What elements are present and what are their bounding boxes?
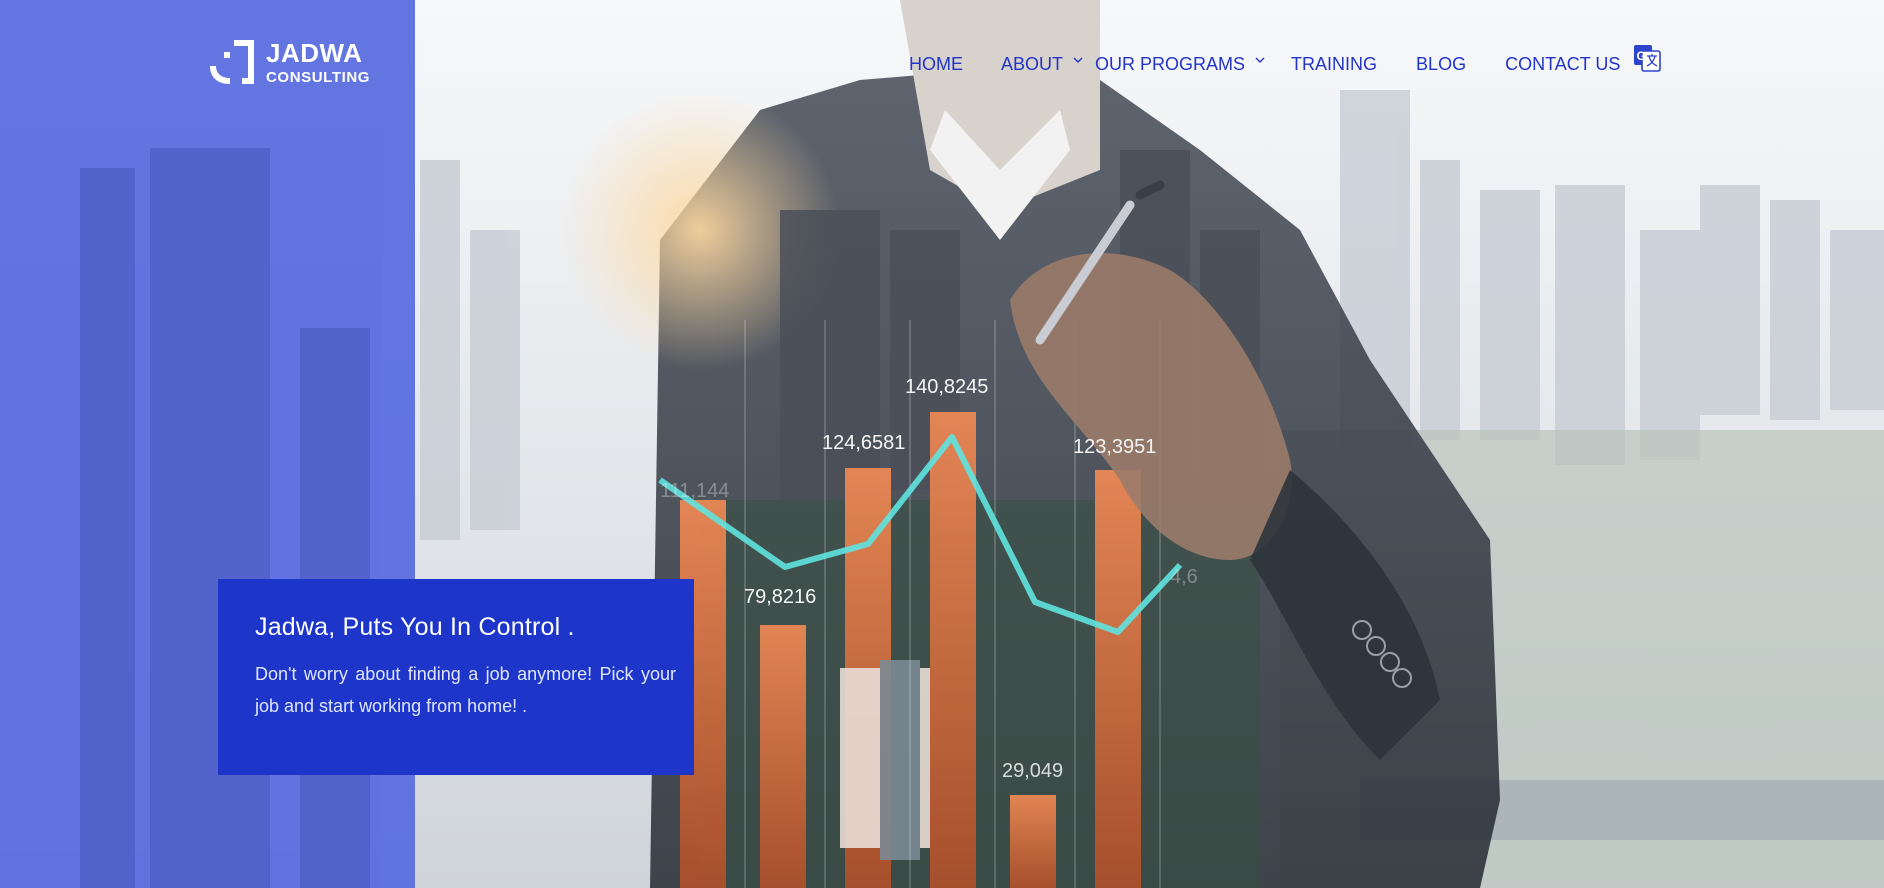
panel-tower <box>150 148 270 888</box>
nav-contact-us[interactable]: CONTACT US <box>1505 54 1620 75</box>
nav-programs-label: OUR PROGRAMS <box>1095 54 1246 74</box>
brand-subtitle: CONSULTING <box>266 68 371 86</box>
chart-label: 123,3951 <box>1073 436 1156 458</box>
nav-home[interactable]: HOME <box>909 54 963 75</box>
nav-about-label: ABOUT <box>1001 54 1064 74</box>
nav-training[interactable]: TRAINING <box>1291 54 1377 75</box>
hero-description: Don't worry about finding a job anymore!… <box>255 664 676 716</box>
chevron-down-icon <box>1073 57 1083 63</box>
chevron-down-icon <box>1255 57 1265 63</box>
brand-name: JADWA <box>266 37 363 68</box>
nav-home-label: HOME <box>909 54 963 74</box>
nav-our-programs[interactable]: OUR PROGRAMS <box>1095 54 1265 75</box>
jadwa-logo-icon <box>210 40 254 84</box>
chart-label: 124,6581 <box>822 432 905 454</box>
nav-contact-label: CONTACT US <box>1505 54 1621 74</box>
hero-title: Jadwa, Puts You In Control . <box>255 613 575 641</box>
chart-label: 4,6 <box>1170 566 1198 588</box>
brand-logo[interactable]: JADWA CONSULTING <box>208 38 370 86</box>
chart-label: 79,8216 <box>744 586 816 608</box>
hero-card: Jadwa, Puts You In Control . Don't worry… <box>218 579 694 775</box>
nav-blog-label: BLOG <box>1416 54 1467 74</box>
google-translate-icon[interactable]: G <box>1633 44 1661 72</box>
main-navigation: HOME ABOUT OUR PROGRAMS TRAINING BLOG CO… <box>909 54 1659 75</box>
chart-label: 111,144 <box>660 480 729 502</box>
nav-blog[interactable]: BLOG <box>1416 54 1466 75</box>
chart-label: 29,049 <box>1002 760 1063 782</box>
nav-training-label: TRAINING <box>1291 54 1378 74</box>
svg-text:G: G <box>1637 49 1646 63</box>
panel-tower <box>80 168 135 888</box>
chart-label: 140,8245 <box>905 376 988 398</box>
nav-about[interactable]: ABOUT <box>1001 54 1083 75</box>
